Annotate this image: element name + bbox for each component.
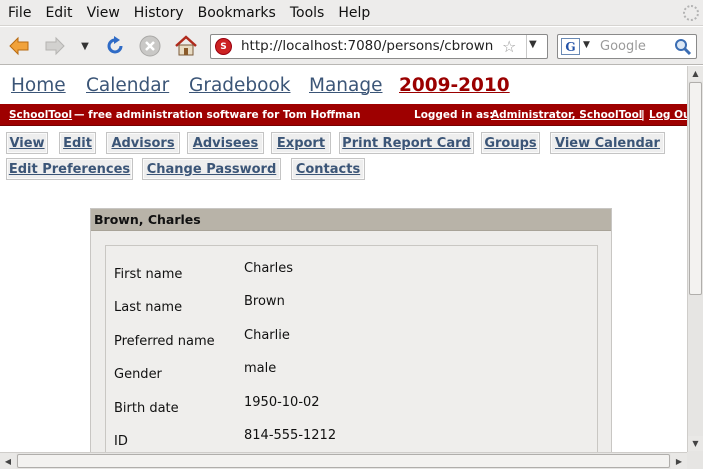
action-change-password[interactable]: Change Password	[142, 158, 281, 180]
forward-arrow-icon	[45, 36, 65, 56]
field-row: Birth date 1950-10-02	[106, 395, 596, 421]
menu-file[interactable]: File	[0, 0, 38, 26]
browser-menubar: File Edit View History Bookmarks Tools H…	[0, 0, 703, 26]
menu-history[interactable]: History	[127, 0, 191, 26]
field-row: Last name Brown	[106, 294, 596, 320]
nav-manage[interactable]: Manage	[309, 75, 383, 96]
action-contacts[interactable]: Contacts	[291, 158, 365, 180]
field-value: 1950-10-02	[244, 395, 320, 410]
google-engine-icon[interactable]: G	[561, 38, 580, 55]
field-value: male	[244, 361, 277, 376]
person-panel-title: Brown, Charles	[91, 209, 611, 231]
app-top-nav: Home Calendar Gradebook Manage 2009-2010	[0, 66, 687, 102]
throbber-icon	[683, 5, 699, 21]
nav-gradebook[interactable]: Gradebook	[189, 75, 291, 96]
horizontal-scrollbar[interactable]: ◀ ▶	[0, 452, 687, 469]
nav-calendar[interactable]: Calendar	[86, 75, 169, 96]
header-separator: |	[641, 109, 645, 121]
menu-edit[interactable]: Edit	[38, 0, 79, 26]
address-dropdown-icon[interactable]: ▼	[529, 39, 537, 50]
action-edit-preferences[interactable]: Edit Preferences	[6, 158, 133, 180]
reload-button[interactable]	[104, 35, 126, 57]
field-value: Charlie	[244, 328, 290, 343]
current-user-link[interactable]: Administrator, SchoolTool	[491, 104, 642, 125]
scroll-up-icon[interactable]: ▲	[688, 66, 703, 81]
person-details: First name Charles Last name Brown Prefe…	[105, 245, 598, 452]
back-arrow-icon	[9, 36, 29, 56]
field-label: Gender	[114, 367, 162, 382]
stop-icon	[139, 35, 161, 57]
search-bar[interactable]: G ▼ Google	[557, 34, 697, 59]
history-dropdown-button[interactable]: ▼	[78, 35, 92, 57]
stop-button[interactable]	[138, 35, 162, 57]
nav-home[interactable]: Home	[11, 75, 66, 96]
scrollbar-corner	[687, 452, 703, 469]
action-groups[interactable]: Groups	[481, 132, 540, 154]
page-viewport: Home Calendar Gradebook Manage 2009-2010…	[0, 66, 687, 452]
forward-button[interactable]	[44, 35, 66, 57]
field-label: ID	[114, 434, 128, 449]
home-icon	[175, 35, 197, 56]
chevron-down-icon: ▼	[81, 40, 89, 52]
logged-in-label: Logged in as:	[414, 109, 494, 121]
site-identity-icon[interactable]: S	[215, 38, 232, 55]
action-view[interactable]: View	[6, 132, 48, 154]
field-row: ID 814-555-1212	[106, 428, 596, 452]
field-label: Birth date	[114, 401, 179, 416]
scroll-down-icon[interactable]: ▼	[688, 436, 703, 451]
search-icon[interactable]	[674, 38, 692, 56]
menu-bookmarks[interactable]: Bookmarks	[191, 0, 283, 26]
tagline: — free administration software for Tom H…	[74, 109, 361, 121]
action-print-report-card[interactable]: Print Report Card	[339, 132, 474, 154]
field-row: Preferred name Charlie	[106, 328, 596, 354]
action-advisors[interactable]: Advisors	[106, 132, 180, 154]
menu-view[interactable]: View	[80, 0, 127, 26]
home-button[interactable]	[174, 35, 198, 57]
field-value: Charles	[244, 261, 294, 276]
engine-dropdown-icon[interactable]: ▼	[583, 40, 590, 50]
action-export[interactable]: Export	[271, 132, 331, 154]
field-label: Last name	[114, 300, 183, 315]
search-input[interactable]: Google	[600, 35, 646, 58]
field-label: First name	[114, 267, 183, 282]
logout-link[interactable]: Log Out	[649, 104, 687, 125]
browser-toolbar: ▼ S http://localhost:7080/persons/cbrown…	[0, 27, 703, 65]
action-edit[interactable]: Edit	[59, 132, 96, 154]
action-advisees[interactable]: Advisees	[187, 132, 264, 154]
address-divider	[526, 35, 527, 58]
address-url[interactable]: http://localhost:7080/persons/cbrown	[241, 35, 493, 58]
field-label: Preferred name	[114, 334, 215, 349]
menu-tools[interactable]: Tools	[283, 0, 332, 26]
person-panel: Brown, Charles First name Charles Last n…	[90, 208, 612, 452]
field-value: Brown	[244, 294, 285, 309]
brand-link[interactable]: SchoolTool	[9, 104, 72, 125]
back-button[interactable]	[8, 35, 30, 57]
field-row: Gender male	[106, 361, 596, 387]
scroll-right-icon[interactable]: ▶	[671, 453, 687, 469]
field-row: First name Charles	[106, 261, 596, 287]
bookmark-star-icon[interactable]: ☆	[502, 37, 516, 56]
action-view-calendar[interactable]: View Calendar	[550, 132, 665, 154]
field-value: 814-555-1212	[244, 428, 337, 443]
vertical-scrollbar[interactable]: ▲ ▼	[687, 66, 703, 452]
scroll-left-icon[interactable]: ◀	[0, 453, 16, 469]
horizontal-scroll-thumb[interactable]	[17, 454, 670, 468]
nav-school-year[interactable]: 2009-2010	[399, 75, 510, 96]
app-header-bar: SchoolTool — free administration softwar…	[0, 104, 687, 126]
vertical-scroll-thumb[interactable]	[689, 82, 702, 295]
reload-icon	[107, 36, 123, 54]
address-bar[interactable]: S http://localhost:7080/persons/cbrown ☆…	[210, 34, 548, 59]
menu-help[interactable]: Help	[331, 0, 377, 26]
